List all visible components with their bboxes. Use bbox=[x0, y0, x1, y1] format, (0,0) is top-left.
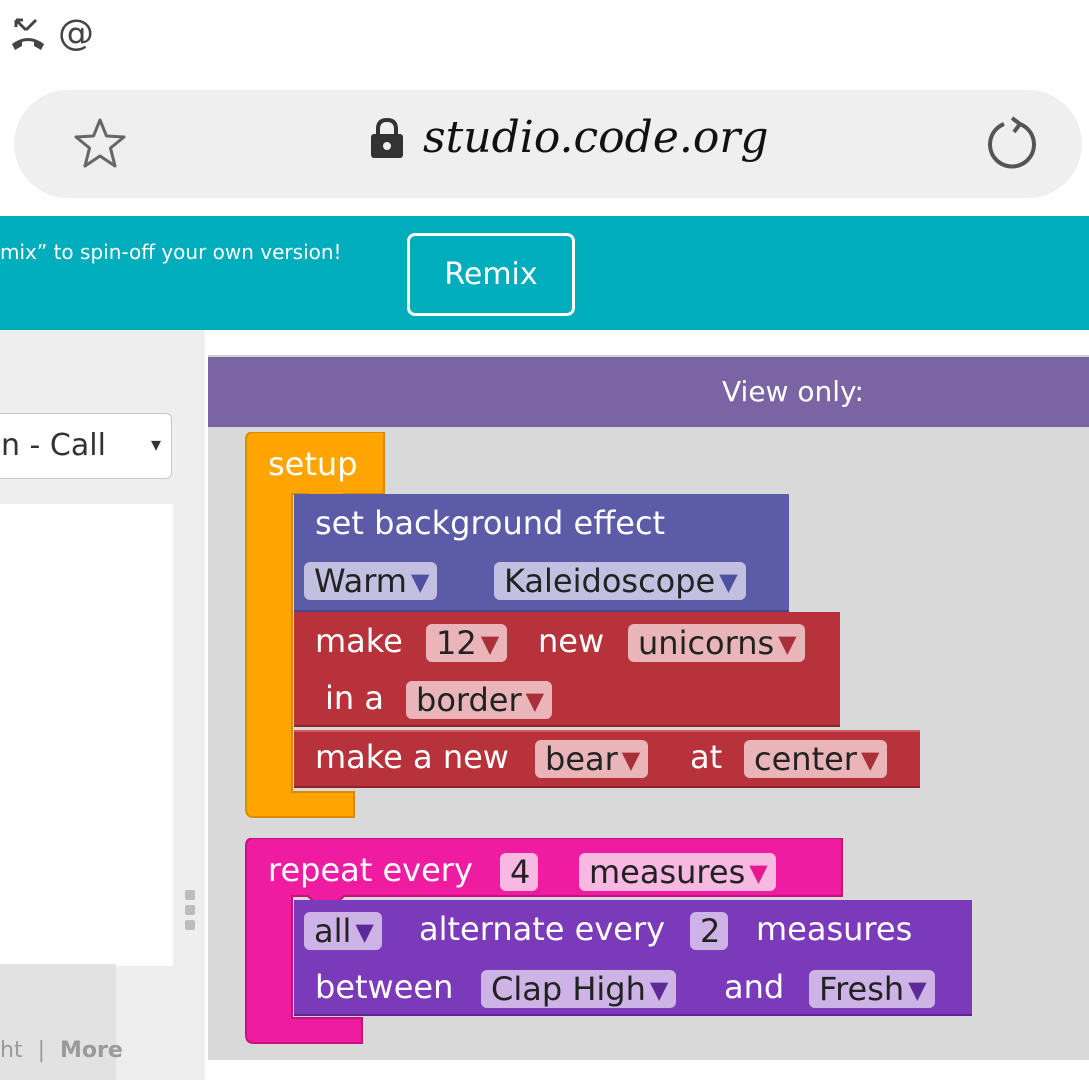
make-label: make bbox=[315, 622, 403, 660]
footer-links: ht | More bbox=[0, 1038, 123, 1063]
star-icon[interactable] bbox=[72, 116, 128, 172]
remix-banner: mix” to spin-off your own version! Remix bbox=[0, 216, 1089, 330]
dropdown-value: n - Call bbox=[1, 428, 106, 463]
make-new-sprite-block[interactable]: make a new bear ▼ at center ▼ bbox=[294, 730, 920, 788]
dropdown-triangle-icon: ▼ bbox=[860, 746, 880, 774]
target-dropdown[interactable]: all ▼ bbox=[304, 912, 382, 950]
set-background-label: set background effect bbox=[315, 504, 666, 542]
dance-b-value: Fresh bbox=[819, 970, 905, 1008]
dropdown-triangle-icon: ▼ bbox=[355, 918, 374, 946]
palette-dropdown[interactable]: Warm ▼ bbox=[304, 562, 438, 600]
and-label: and bbox=[724, 968, 785, 1006]
banner-text: mix” to spin-off your own version! bbox=[0, 240, 342, 264]
footer-link-copyright[interactable]: ht bbox=[0, 1038, 23, 1063]
dropdown-triangle-icon: ▼ bbox=[908, 976, 927, 1004]
in-a-label: in a bbox=[325, 679, 384, 717]
url-display[interactable]: studio.code.org bbox=[369, 112, 769, 163]
preview-area bbox=[0, 504, 173, 966]
dropdown-triangle-icon: ▼ bbox=[719, 568, 738, 596]
status-icons: @ bbox=[8, 14, 94, 54]
set-background-block[interactable]: set background effect Warm ▼ Kaleidoscope… bbox=[294, 494, 789, 612]
between-label: between bbox=[315, 968, 454, 1006]
dropdown-triangle-icon: ▼ bbox=[410, 568, 430, 596]
make-a-new-label: make a new bbox=[315, 738, 509, 776]
setup-label: setup bbox=[268, 445, 358, 483]
lock-icon bbox=[371, 117, 403, 158]
dropdown-triangle-icon: ▼ bbox=[778, 630, 797, 658]
footer-link-more[interactable]: More bbox=[60, 1038, 123, 1063]
sprite-dropdown[interactable]: unicorns ▼ bbox=[628, 624, 805, 662]
repeat-unit-value: measures bbox=[589, 853, 746, 891]
layout-value: border bbox=[416, 681, 522, 719]
at-icon: @ bbox=[58, 13, 94, 54]
dropdown-triangle-icon: ▼ bbox=[621, 746, 641, 774]
chevron-down-icon: ▾ bbox=[150, 432, 161, 456]
layout-dropdown[interactable]: border ▼ bbox=[406, 681, 553, 719]
make-group-block[interactable]: make 12 ▼ new unicorns ▼ in a border ▼ bbox=[294, 612, 840, 727]
dropdown-triangle-icon: ▼ bbox=[749, 859, 768, 887]
url-text[interactable]: studio.code.org bbox=[423, 112, 769, 163]
location-dropdown[interactable]: center ▼ bbox=[744, 740, 888, 778]
at-label: at bbox=[690, 738, 723, 776]
dropdown-triangle-icon: ▼ bbox=[525, 687, 545, 715]
alternate-count-value: 2 bbox=[700, 912, 721, 950]
palette-value: Warm bbox=[314, 562, 407, 600]
code-workspace: View only: setup set background effect W… bbox=[208, 355, 1089, 1060]
location-value: center bbox=[754, 740, 857, 778]
count-value: 12 bbox=[436, 624, 477, 662]
bear-dropdown[interactable]: bear ▼ bbox=[535, 740, 649, 778]
count-dropdown[interactable]: 12 ▼ bbox=[426, 624, 508, 662]
effect-dropdown[interactable]: Kaleidoscope ▼ bbox=[494, 562, 746, 600]
alternate-every-label: alternate every bbox=[419, 910, 666, 948]
dropdown-triangle-icon: ▼ bbox=[480, 630, 500, 658]
dropdown-triangle-icon: ▼ bbox=[649, 976, 669, 1004]
alternate-count-field[interactable]: 2 bbox=[690, 912, 729, 950]
level-dropdown[interactable]: n - Call ▾ bbox=[0, 413, 172, 479]
resize-handle[interactable] bbox=[185, 890, 197, 938]
effect-value: Kaleidoscope bbox=[504, 562, 716, 600]
left-panel: n - Call ▾ ht | More bbox=[0, 330, 205, 1080]
bear-value: bear bbox=[545, 740, 618, 778]
view-only-label: View only: bbox=[722, 375, 864, 408]
repeat-unit-dropdown[interactable]: measures ▼ bbox=[579, 853, 776, 891]
repeat-count-value: 4 bbox=[510, 853, 531, 891]
repeat-every-label: repeat every bbox=[268, 851, 473, 889]
sprite-value: unicorns bbox=[638, 624, 775, 662]
new-label: new bbox=[538, 622, 605, 660]
remix-button[interactable]: Remix bbox=[407, 233, 575, 316]
repeat-count-field[interactable]: 4 bbox=[500, 853, 539, 891]
dance-b-dropdown[interactable]: Fresh ▼ bbox=[809, 970, 935, 1008]
alternate-block[interactable]: all ▼ alternate every 2 measures between … bbox=[294, 900, 972, 1016]
workspace-header: View only: bbox=[208, 357, 1089, 427]
footer-separator: | bbox=[37, 1038, 45, 1063]
dance-a-value: Clap High bbox=[491, 970, 646, 1008]
status-bar: @ bbox=[0, 0, 1089, 80]
url-bar[interactable]: studio.code.org bbox=[14, 90, 1082, 198]
reload-icon[interactable] bbox=[982, 114, 1042, 174]
missed-call-icon bbox=[12, 18, 44, 50]
target-value: all bbox=[314, 912, 352, 950]
measures-label: measures bbox=[756, 910, 913, 948]
dance-a-dropdown[interactable]: Clap High ▼ bbox=[481, 970, 677, 1008]
